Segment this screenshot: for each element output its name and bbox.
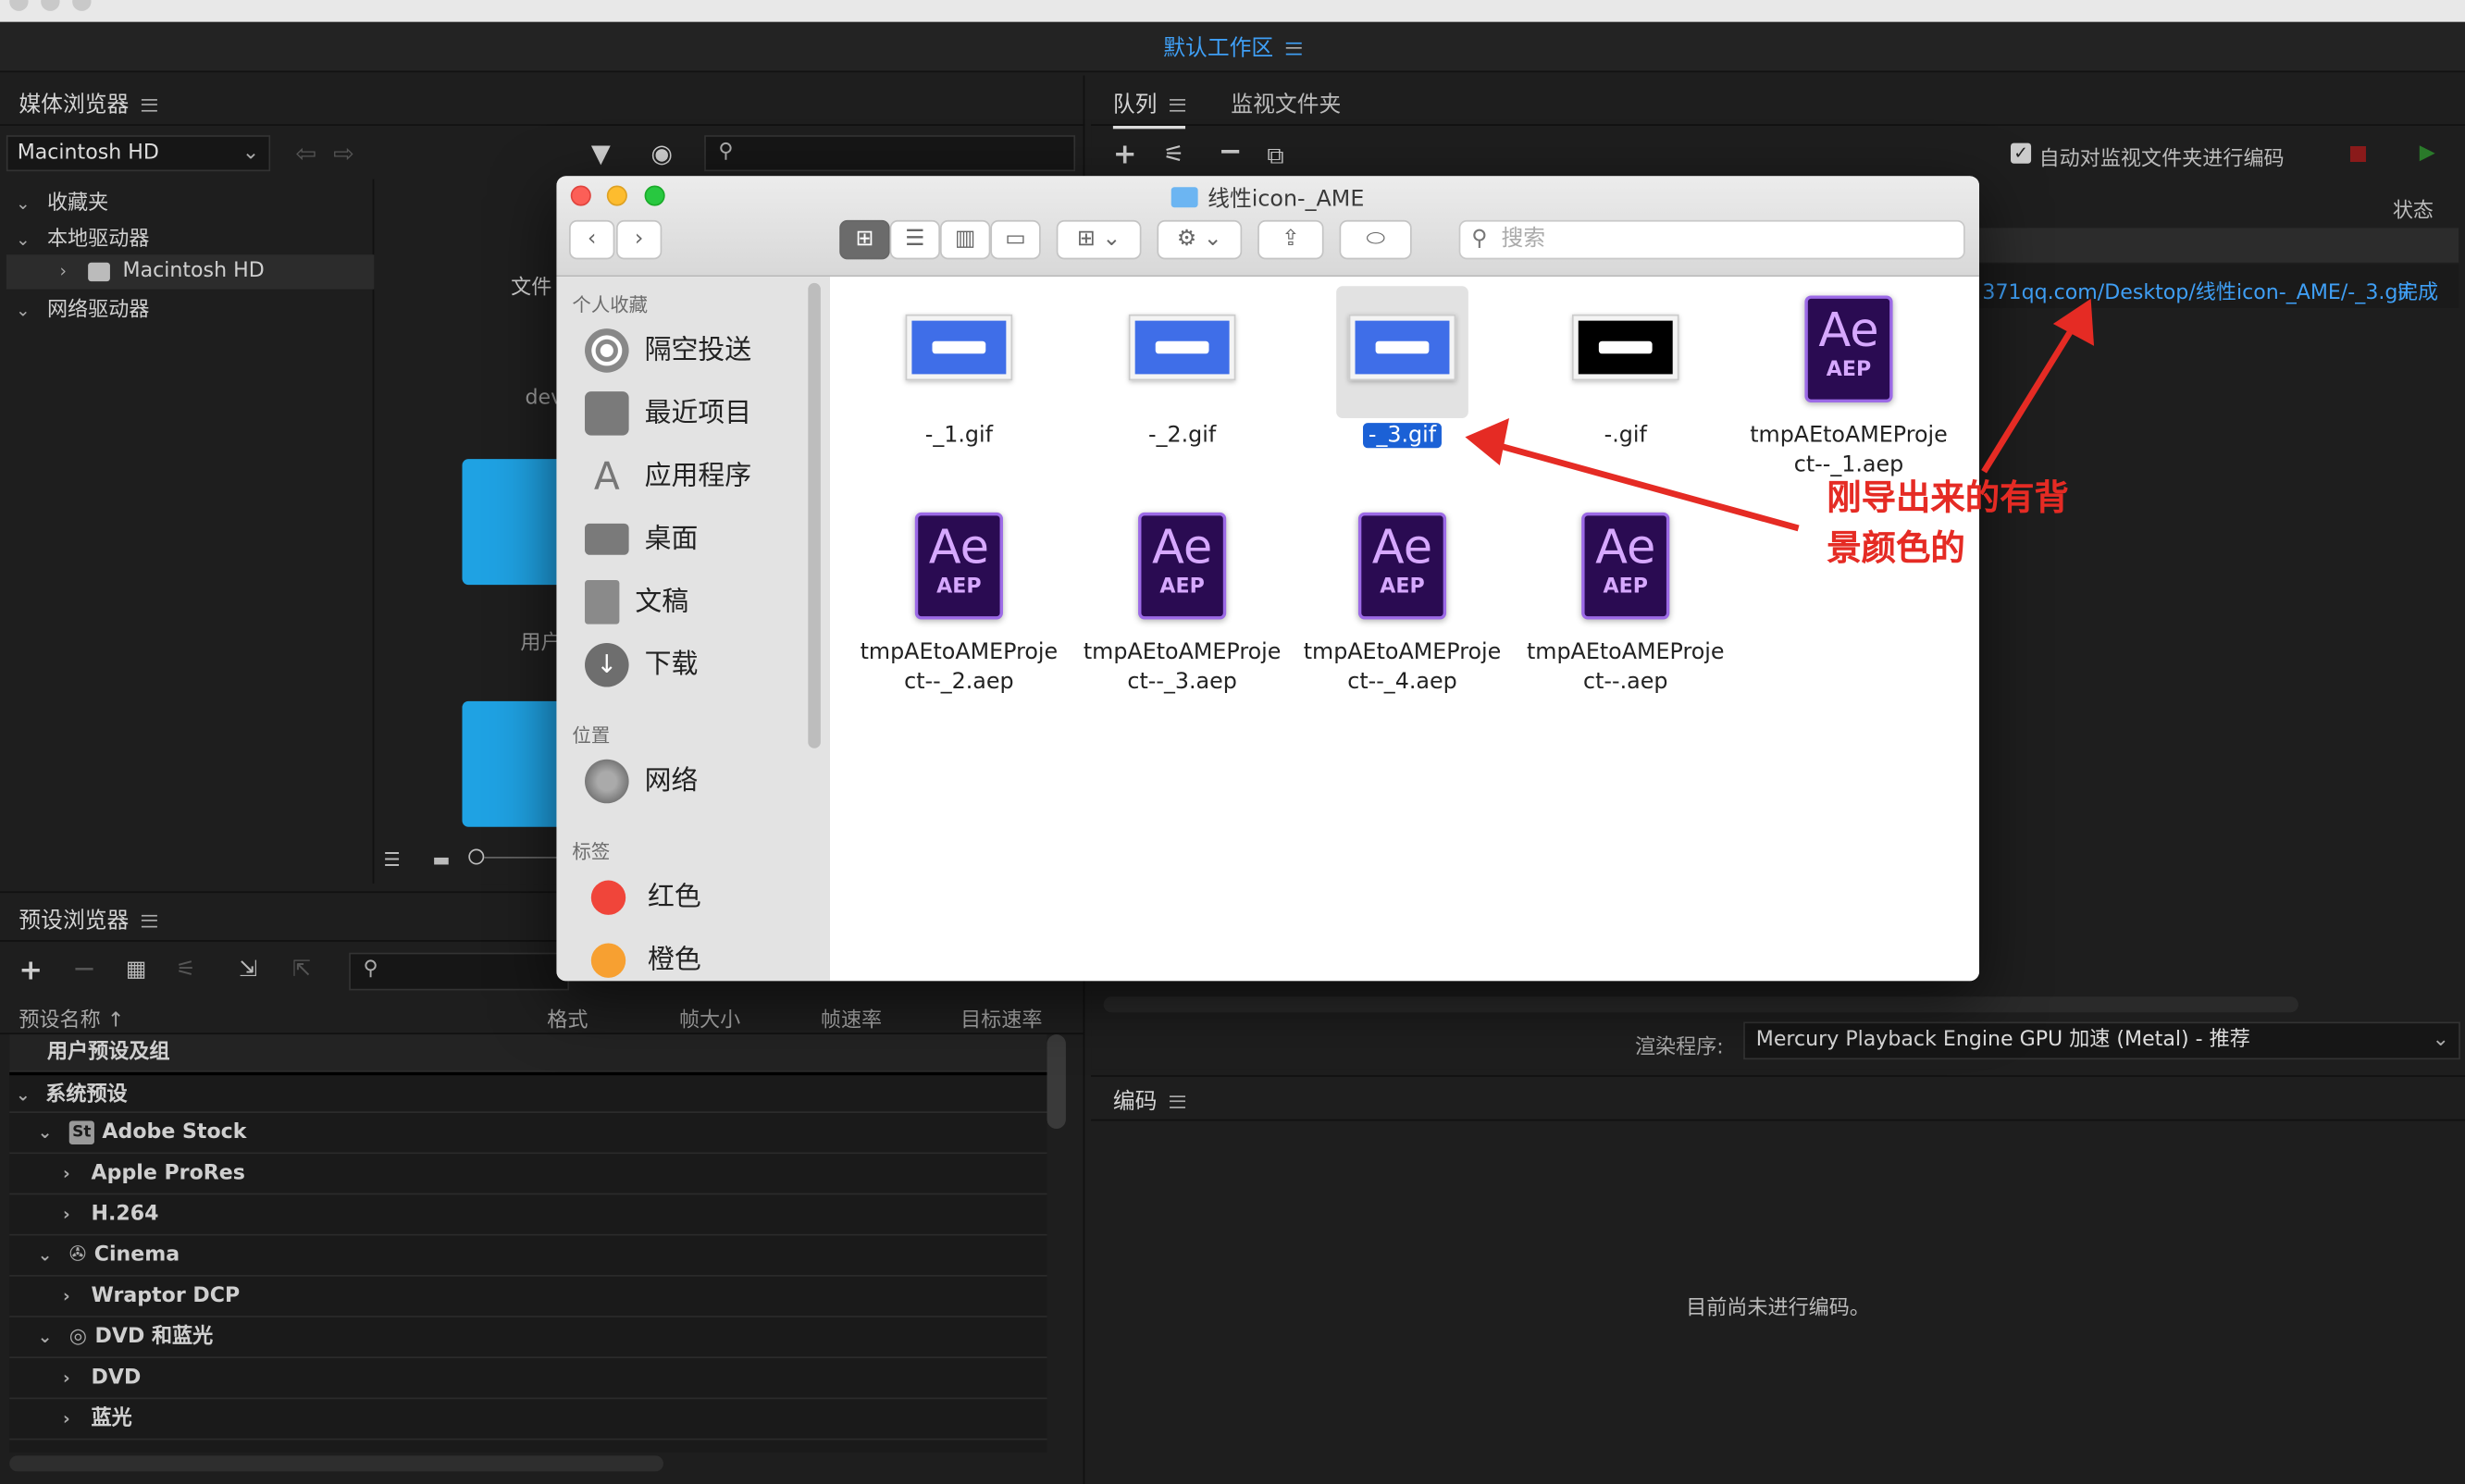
annotation-line: 刚导出来的有背 [1827,479,2069,519]
annotation-arrowhead [1465,417,1510,465]
annotation-text: 刚导出来的有背 景颜色的 [1827,475,2069,575]
annotation-line: 景颜色的 [1827,529,1965,570]
annotation-arrowhead [2052,298,2095,346]
annotation-arrow-left [1489,439,1800,532]
annotation-arrow-up [1981,322,2078,474]
annotation-arrows [1465,298,2095,532]
